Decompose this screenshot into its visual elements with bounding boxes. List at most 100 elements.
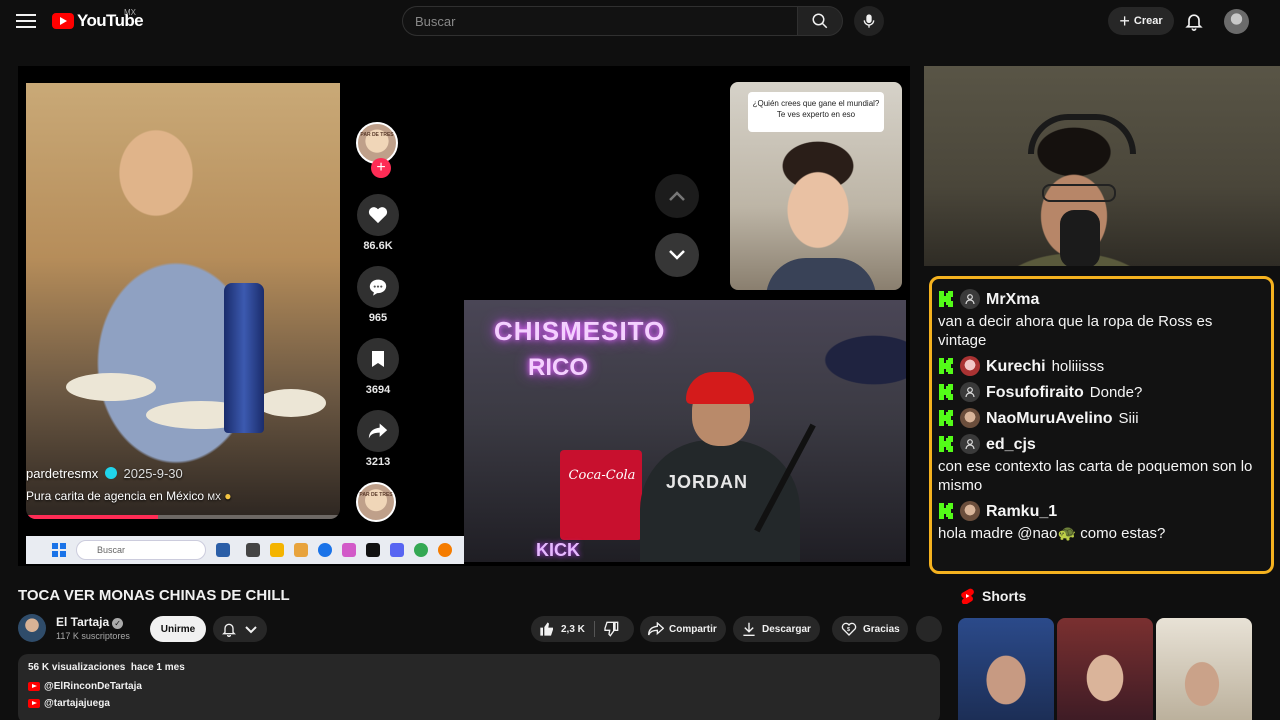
download-icon [743, 622, 755, 636]
taskbar-tiktok-icon [366, 543, 380, 557]
plate-shape [256, 389, 326, 417]
channel-name[interactable]: El Tartaja [56, 615, 109, 629]
shorts-header: Shorts [960, 588, 1026, 604]
thanks-label: Gracias [863, 623, 900, 635]
taskbar-app-icon [246, 543, 260, 557]
kick-badge-icon [939, 436, 953, 452]
neon-sign-line2: RICO [528, 354, 588, 381]
chat-message-header: Ramku_1 [938, 501, 1263, 521]
top-bar: YouTube MX + Crear [0, 0, 1280, 42]
thumbs-down-icon [604, 621, 619, 637]
taskbar-folder-icon [294, 543, 308, 557]
channel-avatar[interactable] [18, 614, 46, 642]
chat-avatar [960, 501, 980, 521]
like-count: 2,3 K [561, 623, 585, 635]
chat-text: van a decir ahora que la ropa de Ross es… [938, 313, 1213, 349]
chevron-down-icon [669, 250, 685, 260]
description-channel-link[interactable]: @ElRinconDeTartaja [28, 681, 930, 692]
tiktok-caption-flag: MX [207, 492, 221, 502]
taskbar-discord-icon [390, 543, 404, 557]
chat-message: MrXma van a decir ahora que la ropa de Ro… [938, 289, 1263, 350]
chat-message-header: Kurechi holiiisss [938, 356, 1263, 376]
notifications-button[interactable] [1184, 10, 1204, 32]
glasses-shape [1042, 184, 1116, 202]
share-label: Compartir [669, 623, 717, 635]
headphones-shape [1028, 114, 1136, 154]
user-icon [960, 382, 980, 402]
kick-badge-icon [939, 410, 953, 426]
fridge-label: Coca-Cola [568, 468, 636, 483]
join-button[interactable]: Unirme [150, 616, 206, 642]
description-channel-link[interactable]: @tartajajuega [28, 698, 930, 709]
tiktok-previous-button[interactable] [655, 174, 699, 218]
channel-link-text[interactable]: @ElRinconDeTartaja [44, 681, 142, 692]
taskbar-search: Buscar [76, 540, 206, 560]
tiktok-video-right: ¿Quién crees que gane el mundial? Te ves… [730, 82, 902, 290]
bookmark-icon [372, 351, 384, 367]
short-thumbnail-3[interactable] [1156, 618, 1252, 720]
share-button[interactable]: Compartir [640, 616, 726, 642]
tiktok-next-button[interactable] [655, 233, 699, 277]
chat-message-header: MrXma [938, 289, 1263, 309]
tiktok-sound-avatar[interactable]: PAR DE TRES [356, 482, 396, 522]
chat-username: NaoMuruAvelino [986, 409, 1113, 427]
video-player[interactable]: pardetresmx 2025-9-30 Pura carita de age… [18, 66, 910, 566]
search-input[interactable] [402, 6, 797, 36]
view-count: 56 K visualizaciones [28, 662, 126, 673]
create-button[interactable]: + Crear [1108, 7, 1174, 35]
sound-avatar-label: PAR DE TRES [359, 492, 393, 498]
tiktok-creator-avatar[interactable]: PAR DE TRES + [356, 122, 398, 178]
chat-username: Kurechi [986, 357, 1046, 375]
short-thumbnail-1[interactable] [958, 618, 1054, 720]
thanks-button[interactable]: $ Gracias [832, 616, 908, 642]
kick-badge-icon [939, 358, 953, 374]
chat-text: Siii [1118, 409, 1139, 427]
tiktok-share-button[interactable] [357, 410, 399, 452]
tiktok-like-button[interactable] [357, 194, 399, 236]
verified-icon [104, 467, 117, 479]
like-button[interactable]: 2,3 K [531, 616, 585, 642]
like-dislike-group: 2,3 K [531, 616, 634, 642]
user-icon [960, 289, 980, 309]
create-label: Crear [1133, 15, 1163, 27]
comment-icon [369, 279, 387, 296]
tiktok-handle-line: pardetresmx 2025-9-30 [26, 466, 183, 481]
tiktok-caption-line: Pura carita de agencia en México MX ● [26, 489, 232, 503]
channel-link-text[interactable]: @tartajajuega [44, 698, 110, 709]
voice-search-button[interactable] [854, 6, 884, 36]
dislike-button[interactable] [603, 621, 619, 640]
plate-shape [66, 373, 156, 401]
tiktok-video-left: pardetresmx 2025-9-30 Pura carita de age… [26, 83, 340, 519]
chat-message: Kurechi holiiisss [938, 356, 1263, 376]
tiktok-save-button[interactable] [357, 338, 399, 380]
subscriber-count: 117 K suscriptores [56, 631, 130, 641]
follow-plus-icon[interactable]: + [371, 158, 391, 178]
short-thumbnail-2[interactable] [1057, 618, 1153, 720]
tiktok-comment-button[interactable] [357, 266, 399, 308]
description-box[interactable]: 56 K visualizaciones hace 1 mes @ElRinco… [18, 654, 940, 720]
chevron-up-icon [669, 191, 685, 201]
chevron-down-icon [245, 626, 257, 634]
thanks-heart-icon: $ [841, 622, 857, 636]
menu-icon[interactable] [14, 11, 38, 31]
tiktok-save-count: 3694 [365, 384, 391, 396]
bell-icon [1185, 14, 1203, 31]
shirt-text: JORDAN [666, 472, 749, 492]
tiktok-date: 2025-9-30 [123, 466, 183, 481]
more-actions-button[interactable] [916, 616, 942, 642]
chat-message: Fosufofiraito Donde? [938, 382, 1263, 402]
chat-avatar [960, 356, 980, 376]
chat-message-header: NaoMuruAvelino Siii [938, 408, 1263, 428]
tiktok-handle: pardetresmx [26, 466, 99, 481]
download-label: Descargar [762, 623, 811, 635]
shorts-icon [961, 588, 974, 604]
search-button[interactable] [797, 6, 843, 36]
channel-name-row[interactable]: El Tartaja ✓ [56, 615, 124, 629]
download-button[interactable]: Descargar [733, 616, 820, 642]
tiktok-progress-fill [26, 515, 158, 519]
youtube-mini-icon [28, 699, 40, 708]
chat-message: ed_cjs con ese contexto las carta de poqu… [938, 434, 1263, 495]
chat-text: Donde? [1089, 383, 1143, 401]
subscription-bell-button[interactable] [213, 616, 267, 642]
account-avatar[interactable] [1224, 9, 1249, 34]
